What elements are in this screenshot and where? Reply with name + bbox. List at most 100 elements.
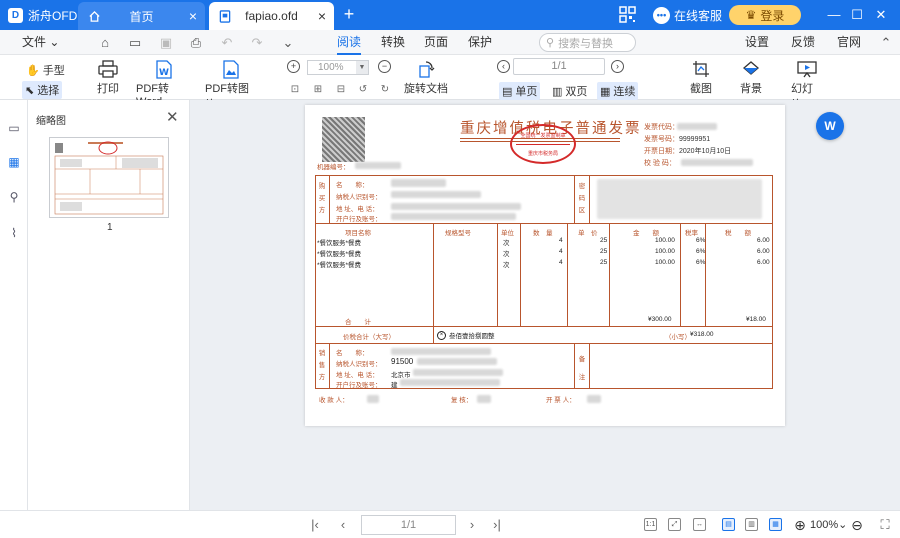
hand-tool-label: 手型 (42, 65, 65, 77)
tab-fapiao[interactable]: fapiao.ofd × (209, 2, 334, 30)
previous-page-icon[interactable]: ‹ (333, 516, 353, 534)
header-rate: 税率 (685, 230, 698, 237)
open-folder-icon[interactable]: ▭ (126, 30, 144, 55)
fit-width-icon[interactable]: ↔ (693, 518, 706, 531)
document-viewport[interactable]: 重庆增值税电子普通发票 全国统一发票监制章 重庆市税务局 发票代码： 发票号码：… (190, 100, 900, 510)
col-divider (329, 343, 330, 389)
col-divider (329, 175, 330, 223)
tab-home[interactable]: 首页 × (78, 2, 205, 30)
previous-page-icon[interactable]: ‹ (497, 60, 510, 73)
fullscreen-icon[interactable]: ⛶ (877, 516, 893, 534)
close-icon[interactable]: × (318, 9, 326, 23)
page-thumbnail[interactable] (49, 137, 169, 218)
single-page-view-icon[interactable]: ▤ (722, 518, 735, 531)
actual-size-icon[interactable]: ⊡ (289, 84, 301, 95)
redacted-value (367, 395, 379, 403)
redacted-value (417, 358, 497, 365)
zoom-select[interactable]: 100% ▼ (307, 60, 369, 75)
close-icon[interactable]: ✕ (166, 108, 179, 126)
background-button[interactable]: 背景 (738, 58, 764, 96)
search-icon: ⚲ (546, 37, 555, 49)
last-page-icon[interactable]: ›| (487, 516, 507, 534)
redacted-cipher (597, 179, 762, 219)
zoom-out-icon[interactable]: ⊖ (849, 516, 865, 534)
buyer-bank-label: 开户行及账号： (336, 216, 382, 223)
buyer-address-label: 地 址、电 话： (336, 206, 379, 213)
payee-label: 收 款 人： (319, 397, 349, 404)
feedback-menu[interactable]: 反馈 (791, 30, 815, 55)
seal-divider (516, 144, 570, 145)
print-button[interactable]: 打印 (96, 58, 120, 96)
close-icon[interactable]: × (189, 9, 197, 23)
redacted-value (587, 395, 601, 403)
redo-icon[interactable]: ↷ (248, 30, 266, 55)
next-page-icon[interactable]: › (611, 60, 624, 73)
col-divider (574, 343, 575, 389)
online-service-button[interactable]: ••• 在线客服 (653, 5, 722, 25)
qr-code-icon[interactable] (619, 6, 636, 23)
seller-name-label: 名 称： (336, 350, 369, 357)
save-icon[interactable]: ▣ (157, 30, 175, 55)
cursor-icon: ⬉ (25, 84, 35, 97)
fit-page-icon[interactable]: ⊞ (312, 84, 324, 95)
thumbnail-icon[interactable]: ▦ (6, 154, 22, 170)
print-icon[interactable]: ⎙ (187, 30, 205, 55)
select-tool-button[interactable]: ⬉ 选择 (22, 81, 63, 99)
double-page-view-icon[interactable]: ▥ (745, 518, 758, 531)
home-icon[interactable]: ⌂ (96, 30, 114, 55)
login-button[interactable]: ♛ 登录 (729, 5, 801, 25)
convert-to-word-float-button[interactable]: W (816, 112, 844, 140)
more-dropdown-icon[interactable]: ⌄ (279, 30, 297, 55)
collapse-ribbon-icon[interactable]: ⌃ (877, 30, 895, 55)
continuous-view-icon[interactable]: ▦ (769, 518, 782, 531)
settings-menu[interactable]: 设置 (745, 30, 769, 55)
rotate-right-icon[interactable]: ↻ (379, 84, 391, 95)
window-close-button[interactable]: ✕ (871, 5, 891, 25)
minimize-button[interactable]: — (824, 5, 844, 25)
svg-text:W: W (159, 68, 169, 78)
continuous-button[interactable]: ▦ 连续 (597, 82, 639, 100)
seller-taxid-value: 91500 (391, 357, 414, 366)
zoom-in-icon[interactable]: ⊕ (792, 516, 808, 534)
col-divider (574, 175, 575, 223)
menu-tab-read[interactable]: 阅读 (337, 30, 362, 55)
search-icon[interactable]: ⚲ (6, 189, 22, 205)
attachment-icon[interactable]: ⌇ (6, 225, 22, 241)
search-input[interactable]: ⚲ 搜索与替换 (539, 33, 636, 52)
hand-tool-button[interactable]: ✋ 手型 (26, 62, 65, 78)
undo-icon[interactable]: ↶ (218, 30, 236, 55)
rotate-left-icon[interactable]: ↺ (357, 84, 369, 95)
first-page-icon[interactable]: |‹ (305, 516, 325, 534)
page-number-input[interactable]: 1/1 (513, 58, 605, 75)
website-menu[interactable]: 官网 (837, 30, 861, 55)
col-divider (520, 223, 521, 326)
fit-width-icon[interactable]: ⊟ (335, 84, 347, 95)
status-page-input[interactable]: 1/1 (361, 515, 456, 535)
menu-tab-page[interactable]: 页面 (424, 30, 448, 55)
menu-tab-protect[interactable]: 保护 (468, 30, 492, 55)
status-zoom-value[interactable]: 100%⌄ (810, 516, 847, 534)
file-menu[interactable]: 文件 ⌄ (22, 30, 59, 55)
col-divider (589, 343, 590, 389)
actual-size-icon[interactable]: 1:1 (644, 518, 657, 531)
menu-tab-convert[interactable]: 转换 (381, 30, 405, 55)
next-page-icon[interactable]: › (462, 516, 482, 534)
fit-page-icon[interactable]: ⤢ (668, 518, 681, 531)
rotate-document-button[interactable]: 旋转文档 (404, 58, 448, 96)
print-label: 打印 (97, 83, 119, 95)
seal-bottom-text: 重庆市税务局 (527, 151, 558, 157)
status-bar: |‹ ‹ 1/1 › ›| 1:1 ⤢ ↔ ▤ ▥ ▦ ⊕ 100%⌄ ⊖ ⛶ (0, 510, 900, 538)
printer-icon (98, 58, 118, 80)
bookmark-icon[interactable]: ▭ (6, 120, 22, 136)
screenshot-button[interactable]: 截图 (688, 58, 714, 96)
chevron-down-icon: ▼ (356, 61, 368, 74)
new-tab-button[interactable]: + (339, 4, 359, 25)
single-page-button[interactable]: ▤ 单页 (499, 82, 541, 100)
header-price: 单 价 (578, 230, 598, 237)
zoom-out-icon[interactable]: − (378, 60, 391, 73)
double-page-button[interactable]: ▥ 双页 (552, 83, 587, 99)
single-page-label: 单页 (515, 86, 538, 98)
maximize-button[interactable]: ☐ (847, 5, 867, 25)
zoom-in-icon[interactable]: + (287, 60, 300, 73)
official-seal: 全国统一发票监制章 重庆市税务局 (510, 124, 576, 164)
